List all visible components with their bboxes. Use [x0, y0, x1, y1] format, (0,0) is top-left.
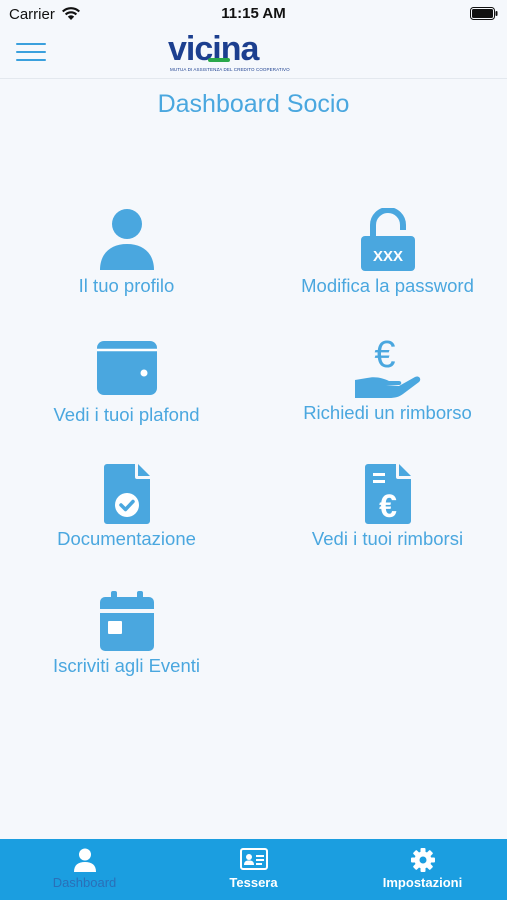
lock-text: XXX — [372, 248, 402, 265]
menu-item-richiedi-rimborso[interactable]: € Richiedi un rimborso — [261, 333, 507, 424]
tab-dashboard[interactable]: Dashboard — [0, 839, 169, 900]
id-card-icon — [239, 848, 268, 870]
euro-hand-icon: € — [354, 334, 420, 398]
menu-item-label: Documentazione — [57, 528, 196, 549]
menu-item-label: Vedi i tuoi plafond — [53, 404, 200, 425]
app-header: vicina MUTUA DI ASSISTENZA DEL CREDITO C… — [0, 28, 507, 79]
euro-symbol: € — [379, 488, 397, 524]
document-check-icon — [103, 464, 150, 524]
logo-accent — [208, 58, 230, 62]
menu-item-label: Iscriviti agli Eventi — [52, 655, 200, 676]
vicina-logo: vicina MUTUA DI ASSISTENZA DEL CREDITO C… — [168, 30, 290, 74]
logo-text: vicina — [168, 30, 259, 68]
hamburger-line — [16, 43, 46, 45]
calendar-icon — [99, 591, 154, 651]
menu-item-password[interactable]: XXX Modifica la password — [261, 208, 507, 297]
battery-icon — [470, 7, 498, 20]
tab-label: Dashboard — [52, 875, 117, 890]
page-title: Dashboard Socio — [157, 90, 350, 118]
hamburger-line — [16, 51, 46, 53]
menu-button[interactable] — [16, 43, 46, 63]
document-euro-icon: € — [364, 464, 411, 524]
logo-subtitle: MUTUA DI ASSISTENZA DEL CREDITO COOPERAT… — [170, 67, 290, 72]
tab-label: Tessera — [229, 875, 278, 890]
user-icon — [99, 209, 154, 270]
menu-item-eventi[interactable]: Iscriviti agli Eventi — [0, 590, 253, 677]
tab-tessera[interactable]: Tessera — [169, 839, 338, 900]
lock-open-icon: XXX — [360, 208, 415, 271]
wallet-icon — [96, 341, 157, 395]
person-icon — [73, 848, 96, 872]
tab-bar: Dashboard Tessera Impostazioni — [0, 839, 507, 900]
menu-item-label: Il tuo profilo — [78, 275, 175, 296]
euro-symbol: € — [374, 334, 395, 376]
tab-impostazioni[interactable]: Impostazioni — [338, 839, 507, 900]
menu-item-label: Vedi i tuoi rimborsi — [311, 528, 464, 549]
menu-item-label: Modifica la password — [301, 275, 474, 296]
menu-item-vedi-rimborsi[interactable]: € Vedi i tuoi rimborsi — [261, 463, 507, 550]
tab-label: Impostazioni — [382, 875, 463, 890]
hamburger-line — [16, 59, 46, 61]
menu-item-plafond[interactable]: Vedi i tuoi plafond — [0, 340, 253, 426]
menu-item-label: Richiedi un rimborso — [303, 402, 472, 423]
gear-icon — [410, 848, 435, 872]
menu-item-documentazione[interactable]: Documentazione — [0, 463, 253, 550]
status-bar: Carrier 11:15 AM — [0, 0, 507, 28]
clock: 11:15 AM — [221, 5, 286, 22]
menu-item-profile[interactable]: Il tuo profilo — [0, 208, 253, 297]
